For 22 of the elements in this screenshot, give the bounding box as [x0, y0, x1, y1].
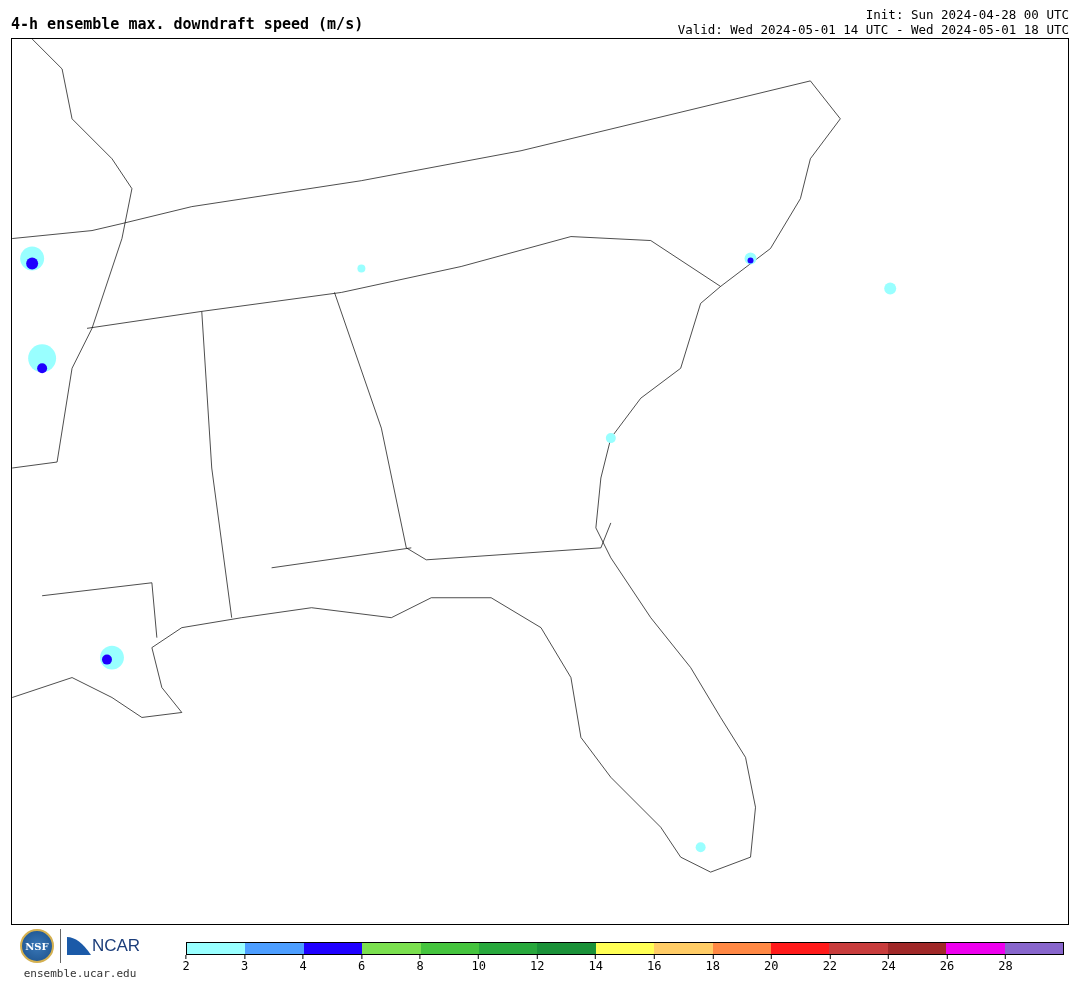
tick-label: 8 — [416, 959, 424, 973]
tick-label: 18 — [705, 959, 720, 973]
tick-label: 6 — [358, 959, 366, 973]
tick-label: 20 — [764, 959, 779, 973]
tick-label: 2 — [182, 959, 190, 973]
tick-label: 16 — [647, 959, 662, 973]
tick-label: 10 — [471, 959, 486, 973]
tick-label: 4 — [299, 959, 307, 973]
tick-label: 24 — [881, 959, 896, 973]
tick-label: 22 — [822, 959, 838, 973]
swoosh-icon — [66, 937, 91, 955]
init-time: Init: Sun 2024-04-28 00 UTC — [865, 7, 1069, 22]
tick-label: 3 — [240, 959, 249, 973]
nsf-logo: NSF — [19, 929, 54, 963]
tick-label: 26 — [939, 959, 955, 973]
ncar-logo: NCAR — [91, 936, 141, 956]
valid-time: Valid: Wed 2024-05-01 14 UTC - Wed 2024-05-01 18 UTC — [677, 22, 1069, 37]
tick-label: 14 — [588, 959, 603, 973]
tick-label: 12 — [529, 959, 545, 973]
chart-title: 4-h ensemble max. downdraft speed (m/s) — [11, 15, 364, 35]
tick-label: 28 — [998, 959, 1013, 973]
website-url: ensemble.ucar.edu — [23, 967, 137, 980]
